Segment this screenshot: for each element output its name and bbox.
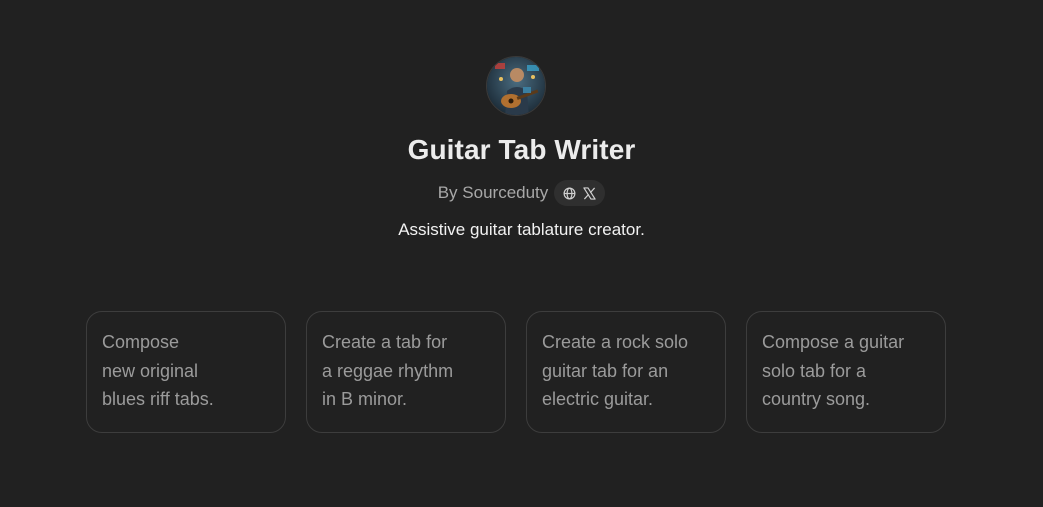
starter-card[interactable]: Compose a guitar solo tab for a country … [746, 311, 946, 433]
starter-card[interactable]: Create a tab for a reggae rhythm in B mi… [306, 311, 506, 433]
author-line: By Sourceduty [0, 180, 1043, 206]
gpt-avatar [486, 56, 546, 116]
x-logo-icon[interactable] [583, 186, 596, 200]
starter-card[interactable]: Create a rock solo guitar tab for an ele… [526, 311, 726, 433]
starter-text: Compose new original blues riff tabs. [102, 332, 214, 409]
author-byline: By Sourceduty [437, 183, 549, 202]
starter-text: Create a tab for a reggae rhythm in B mi… [322, 332, 454, 409]
gpt-description: Assistive guitar tablature creator. [398, 220, 645, 239]
gpt-landing: Guitar Tab Writer By Sourceduty Assistiv… [0, 0, 1043, 507]
globe-icon[interactable] [563, 187, 576, 200]
starter-text: Create a rock solo guitar tab for an ele… [542, 332, 689, 409]
starter-card[interactable]: Compose new original blues riff tabs. [86, 311, 286, 433]
conversation-starters: Compose new original blues riff tabs. Cr… [86, 311, 946, 433]
social-links [554, 180, 606, 206]
guitarist-image-icon [487, 57, 545, 115]
starter-text: Compose a guitar solo tab for a country … [762, 332, 905, 409]
gpt-title: Guitar Tab Writer [407, 134, 636, 165]
